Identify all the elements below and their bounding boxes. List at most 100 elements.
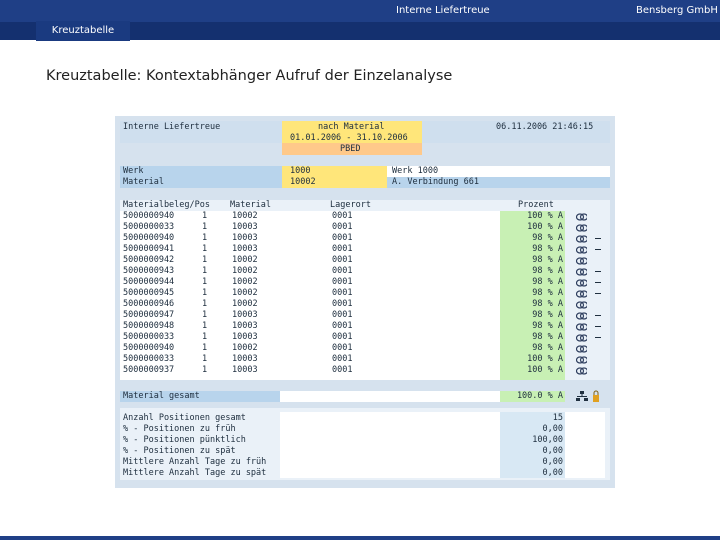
material-cell: 10002 <box>232 277 258 287</box>
table-row[interactable]: 5000000944 1 10002 0001 98 % A <box>120 277 610 288</box>
material-cell: 10002 <box>232 266 258 276</box>
chain-link-icon[interactable] <box>576 212 587 222</box>
prozent-cell: 98 % A <box>532 233 563 243</box>
dash-marker <box>595 315 601 316</box>
beleg-cell: 5000000940 <box>123 233 175 243</box>
beleg-cell: 5000000940 <box>123 211 175 221</box>
table-row[interactable]: 5000000946 1 10002 0001 98 % A <box>120 299 610 310</box>
position-cell: 1 <box>202 343 208 353</box>
table-row[interactable]: 5000000940 1 10002 0001 98 % A <box>120 343 610 354</box>
chain-link-icon[interactable] <box>576 333 587 343</box>
beleg-cell: 5000000946 <box>123 299 175 309</box>
table-row[interactable]: 5000000948 1 10003 0001 98 % A <box>120 321 610 332</box>
summary-value: 15 <box>552 413 563 423</box>
beleg-cell: 5000000937 <box>123 365 175 375</box>
lagerort-cell: 0001 <box>332 354 353 364</box>
position-cell: 1 <box>202 332 208 342</box>
summary-label: Mittlere Anzahl Tage zu früh <box>123 457 267 467</box>
filter-label: nach Material <box>318 122 385 132</box>
report-title: Interne Liefertreue <box>123 122 221 132</box>
sap-report-window: Interne Liefertreue nach Material 01.01.… <box>115 116 615 488</box>
table-row[interactable]: 5000000947 1 10003 0001 98 % A <box>120 310 610 321</box>
code-value: PBED <box>340 144 361 154</box>
chain-link-icon[interactable] <box>576 355 587 365</box>
summary-value: 100,00 <box>532 435 563 445</box>
position-cell: 1 <box>202 233 208 243</box>
report-header: Interne Liefertreue nach Material 01.01.… <box>120 121 610 155</box>
prozent-cell: 100 % A <box>527 365 563 375</box>
table-row[interactable]: 5000000033 1 10003 0001 100 % A <box>120 354 610 365</box>
chain-link-icon[interactable] <box>576 322 587 332</box>
prozent-cell: 100 % A <box>527 211 563 221</box>
chain-link-icon[interactable] <box>576 223 587 233</box>
material-value: 10002 <box>290 177 316 187</box>
position-cell: 1 <box>202 277 208 287</box>
summary-row: Mittlere Anzahl Tage zu spät 0,00 <box>120 468 610 479</box>
summary-label: % - Positionen zu spät <box>123 446 236 456</box>
material-name: A. Verbindung 661 <box>392 177 479 187</box>
position-cell: 1 <box>202 211 208 221</box>
position-cell: 1 <box>202 365 208 375</box>
lock-icon[interactable] <box>592 390 600 402</box>
lagerort-cell: 0001 <box>332 277 353 287</box>
material-cell: 10002 <box>232 211 258 221</box>
bottom-line <box>0 536 720 540</box>
summary-value: 0,00 <box>542 468 563 478</box>
hierarchy-icon[interactable] <box>576 391 588 402</box>
chain-link-icon[interactable] <box>576 234 587 244</box>
position-cell: 1 <box>202 310 208 320</box>
chain-link-icon[interactable] <box>576 245 587 255</box>
chain-link-icon[interactable] <box>576 267 587 277</box>
material-cell: 10002 <box>232 299 258 309</box>
beleg-cell: 5000000947 <box>123 310 175 320</box>
presentation-title: Interne Liefertreue <box>396 5 490 16</box>
material-cell: 10003 <box>232 354 258 364</box>
chain-link-icon[interactable] <box>576 289 587 299</box>
werk-name: Werk 1000 <box>392 166 439 176</box>
company-name: Bensberg GmbH <box>636 5 718 16</box>
table-row[interactable]: 5000000941 1 10003 0001 98 % A <box>120 244 610 255</box>
material-label: Material <box>123 177 164 187</box>
position-cell: 1 <box>202 255 208 265</box>
top-bar: Interne Liefertreue Bensberg GmbH <box>0 0 720 22</box>
table-row[interactable]: 5000000937 1 10003 0001 100 % A <box>120 365 610 376</box>
summary-row: % - Positionen zu früh 0,00 <box>120 424 610 435</box>
table-row[interactable]: 5000000033 1 10003 0001 100 % A <box>120 222 610 233</box>
position-cell: 1 <box>202 288 208 298</box>
material-cell: 10002 <box>232 255 258 265</box>
dash-marker <box>595 238 601 239</box>
total-row[interactable]: Material gesamt 100.0 % A <box>120 391 610 402</box>
chain-link-icon[interactable] <box>576 366 587 376</box>
column-header-beleg: Materialbeleg/Pos <box>123 200 210 210</box>
table-row[interactable]: 5000000945 1 10002 0001 98 % A <box>120 288 610 299</box>
dash-marker <box>595 337 601 338</box>
lagerort-cell: 0001 <box>332 244 353 254</box>
lagerort-cell: 0001 <box>332 211 353 221</box>
tab-kreuztabelle[interactable]: Kreuztabelle <box>36 21 130 41</box>
position-cell: 1 <box>202 299 208 309</box>
lagerort-cell: 0001 <box>332 266 353 276</box>
prozent-cell: 98 % A <box>532 332 563 342</box>
summary-label: % - Positionen zu früh <box>123 424 236 434</box>
chain-link-icon[interactable] <box>576 311 587 321</box>
summary-label: % - Positionen pünktlich <box>123 435 246 445</box>
date-range: 01.01.2006 - 31.10.2006 <box>290 133 408 143</box>
chain-link-icon[interactable] <box>576 256 587 266</box>
table-row[interactable]: 5000000943 1 10002 0001 98 % A <box>120 266 610 277</box>
dash-marker <box>595 249 601 250</box>
table-row[interactable]: 5000000033 1 10003 0001 98 % A <box>120 332 610 343</box>
chain-link-icon[interactable] <box>576 300 587 310</box>
total-value: 100.0 % A <box>516 391 563 401</box>
material-cell: 10003 <box>232 310 258 320</box>
lagerort-cell: 0001 <box>332 233 353 243</box>
summary-row: % - Positionen pünktlich 100,00 <box>120 435 610 446</box>
table-row[interactable]: 5000000942 1 10002 0001 98 % A <box>120 255 610 266</box>
timestamp: 06.11.2006 21:46:15 <box>496 122 594 132</box>
table-row[interactable]: 5000000940 1 10003 0001 98 % A <box>120 233 610 244</box>
chain-link-icon[interactable] <box>576 278 587 288</box>
beleg-cell: 5000000033 <box>123 332 175 342</box>
chain-link-icon[interactable] <box>576 344 587 354</box>
prozent-cell: 100 % A <box>527 354 563 364</box>
table-row[interactable]: 5000000940 1 10002 0001 100 % A <box>120 211 610 222</box>
summary-value: 0,00 <box>542 446 563 456</box>
